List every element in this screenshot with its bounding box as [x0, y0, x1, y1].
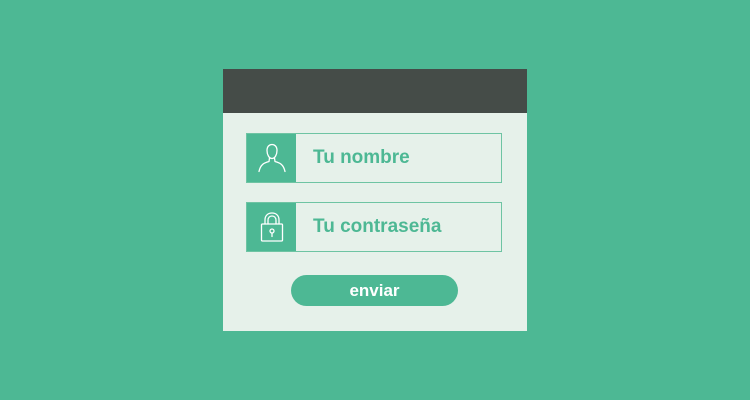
submit-button[interactable]: enviar	[291, 275, 458, 306]
login-window: Tu nombre Tu contraseña enviar	[223, 69, 527, 331]
user-icon	[247, 134, 296, 182]
window-titlebar	[223, 69, 527, 113]
username-field[interactable]: Tu nombre	[246, 133, 502, 183]
username-placeholder: Tu nombre	[313, 147, 410, 168]
password-field[interactable]: Tu contraseña	[246, 202, 502, 252]
lock-icon	[247, 203, 296, 251]
password-placeholder: Tu contraseña	[313, 216, 442, 237]
